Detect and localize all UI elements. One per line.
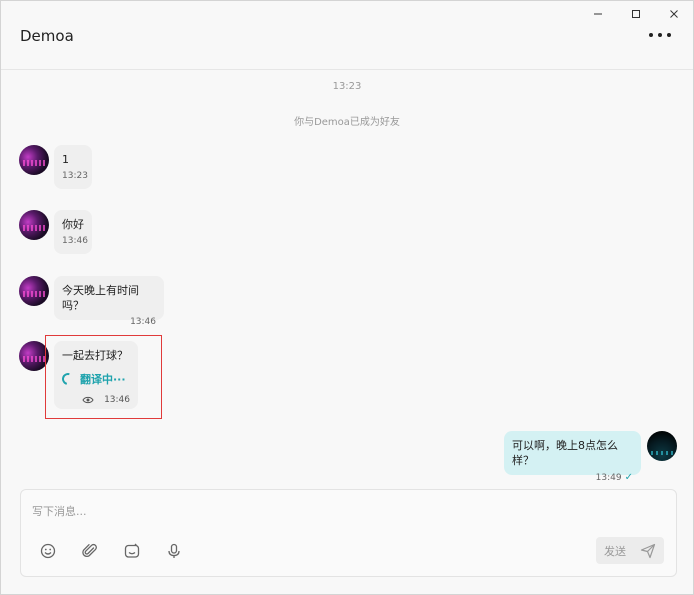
system-note: 你与Demoa已成为好友	[294, 117, 400, 128]
contact-name: Demoa	[20, 27, 74, 45]
contact-avatar[interactable]	[19, 210, 49, 240]
maximize-button[interactable]	[617, 1, 655, 27]
minimize-icon	[594, 13, 602, 15]
send-label: 发送	[604, 544, 626, 558]
message-bubble-outgoing[interactable]: 可以啊，晚上8点怎么样？ 13:49 ✓	[504, 431, 641, 483]
message-time: 13:46	[62, 236, 88, 246]
sticker-button[interactable]	[123, 542, 141, 560]
chat-window: Demoa 13:23 你与Demoa已成为好友 1 13:23 你好 13:4…	[0, 0, 694, 595]
contact-avatar[interactable]	[19, 276, 49, 306]
message-text: 今天晚上有时间吗？	[62, 284, 139, 312]
message-composer: 发送	[20, 489, 677, 577]
self-avatar[interactable]	[647, 431, 677, 461]
more-options-button[interactable]	[649, 27, 671, 43]
emoji-icon	[40, 543, 56, 559]
message-text: 你好	[62, 218, 84, 231]
message-bubble-incoming[interactable]: 你好 13:46	[54, 210, 92, 254]
more-horizontal-icon	[649, 33, 653, 37]
window-controls	[579, 1, 693, 27]
more-horizontal-icon	[658, 33, 662, 37]
message-time: 13:46	[130, 317, 156, 327]
more-horizontal-icon	[667, 33, 671, 37]
message-input[interactable]	[32, 502, 432, 520]
message-time: 13:49	[595, 473, 622, 483]
message-meta: 13:49 ✓	[512, 472, 633, 483]
message-text: 1	[62, 153, 69, 166]
sticker-icon	[124, 543, 140, 558]
voice-button[interactable]	[165, 542, 183, 560]
message-list[interactable]: 13:23 你与Demoa已成为好友 1 13:23 你好 13:46 今天晚上…	[1, 71, 693, 483]
send-icon	[640, 543, 656, 558]
message-bubble-incoming[interactable]: 1 13:23	[54, 145, 92, 189]
read-check-icon: ✓	[624, 472, 633, 483]
attachment-icon	[82, 543, 97, 557]
attach-button[interactable]	[81, 542, 99, 560]
close-icon	[670, 10, 678, 18]
chat-timestamp: 13:23	[332, 81, 362, 92]
minimize-button[interactable]	[579, 1, 617, 27]
microphone-icon	[168, 543, 180, 558]
highlight-box	[45, 335, 162, 419]
contact-avatar[interactable]	[19, 145, 49, 175]
maximize-icon	[632, 10, 640, 18]
send-button[interactable]: 发送	[596, 537, 664, 564]
message-text: 可以啊，晚上8点怎么样？	[512, 439, 618, 467]
message-time: 13:23	[62, 171, 88, 181]
close-button[interactable]	[655, 1, 693, 27]
message-bubble-incoming[interactable]: 今天晚上有时间吗？ 13:46	[54, 276, 164, 327]
emoji-button[interactable]	[39, 542, 57, 560]
